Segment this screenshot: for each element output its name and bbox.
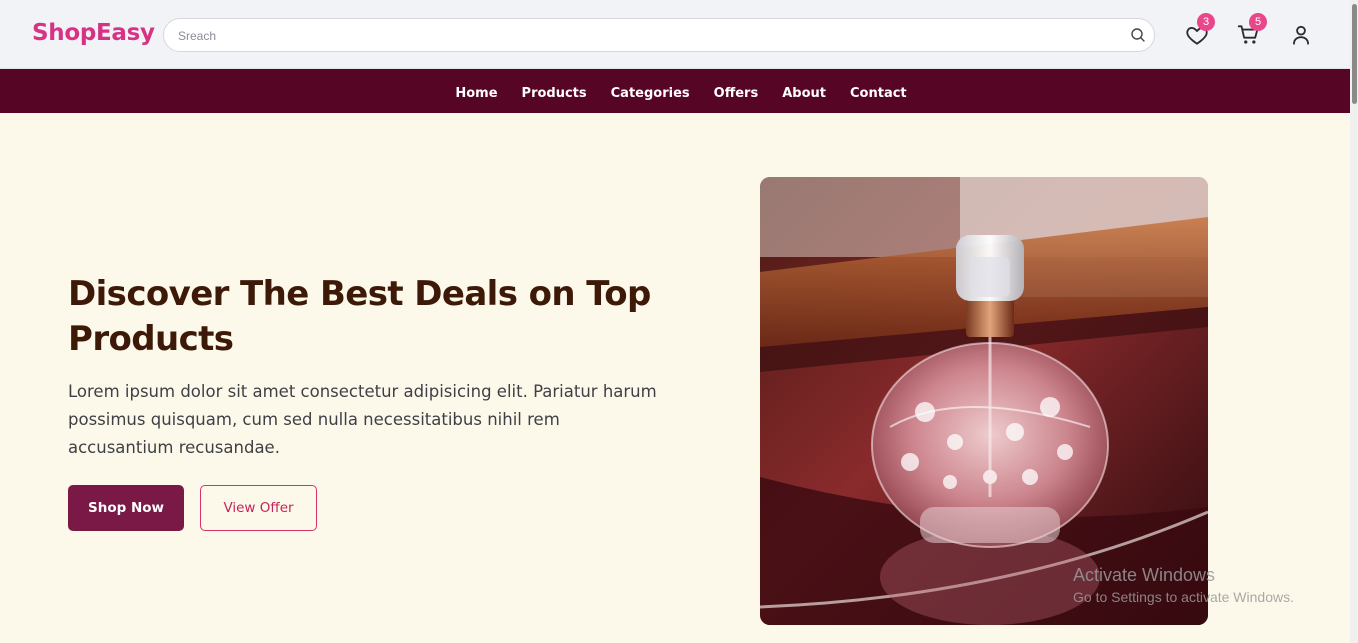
perfume-bottle-image xyxy=(760,177,1208,625)
nav-link-categories[interactable]: Categories xyxy=(611,86,690,101)
search-icon[interactable] xyxy=(1130,27,1146,43)
search-input[interactable] xyxy=(176,25,1120,47)
hero-title: Discover The Best Deals on Top Products xyxy=(68,274,651,359)
wishlist-button[interactable]: 3 xyxy=(1184,13,1215,48)
nav-list: Home Products Categories Offers About Co… xyxy=(0,69,1350,113)
account-button[interactable] xyxy=(1288,22,1314,48)
main-nav: Home Products Categories Offers About Co… xyxy=(0,69,1350,113)
scrollbar-thumb[interactable] xyxy=(1352,4,1357,104)
cart-button[interactable]: 5 xyxy=(1236,13,1267,48)
nav-link-home[interactable]: Home xyxy=(455,86,497,101)
search-bar xyxy=(163,18,1155,52)
logo[interactable]: ShopEasy xyxy=(32,20,155,46)
nav-link-products[interactable]: Products xyxy=(522,86,587,101)
cart-badge: 5 xyxy=(1249,13,1267,31)
nav-link-offers[interactable]: Offers xyxy=(714,86,759,101)
view-offer-button[interactable]: View Offer xyxy=(200,485,317,531)
nav-link-contact[interactable]: Contact xyxy=(850,86,907,101)
hero-description: Lorem ipsum dolor sit amet consectetur a… xyxy=(68,382,657,457)
hero-product-image xyxy=(760,177,1208,625)
top-header: ShopEasy 3 5 xyxy=(0,0,1350,69)
shop-now-button[interactable]: Shop Now xyxy=(68,485,184,531)
nav-link-about[interactable]: About xyxy=(782,86,826,101)
wishlist-badge: 3 xyxy=(1197,13,1215,31)
user-icon xyxy=(1293,25,1309,45)
